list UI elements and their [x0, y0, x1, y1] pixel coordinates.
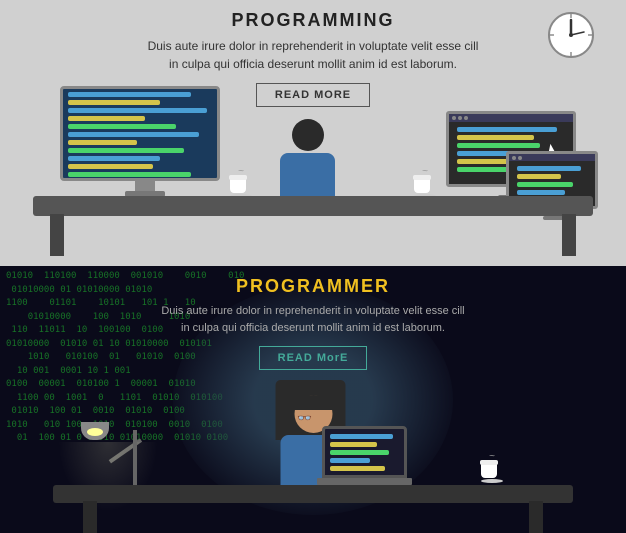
- top-subtitle: Duis aute irure dolor in reprehenderit i…: [148, 37, 479, 73]
- laptop: [322, 426, 412, 485]
- desk-leg-left-top: [50, 214, 64, 256]
- desk-lamp: [133, 430, 137, 485]
- top-read-more-button[interactable]: READ MORE: [256, 83, 370, 107]
- person-hair-bottom: [294, 395, 332, 410]
- top-title: PROGRAMMING: [148, 10, 479, 31]
- bottom-content: PROGRAMMER Duis aute irure dolor in repr…: [0, 276, 626, 378]
- top-banner: PROGRAMMING Duis aute irure dolor in rep…: [0, 0, 626, 266]
- coffee-cup-left: ~: [230, 166, 252, 198]
- desk-scene-bottom: 👓 ~: [33, 363, 593, 533]
- bottom-title: PROGRAMMER: [236, 276, 390, 297]
- laptop-base: [317, 478, 412, 485]
- desk-scene-top: ~ ~: [0, 106, 626, 266]
- bottom-banner: 01010 110100 110000 001010 0010 010 0101…: [0, 266, 626, 533]
- desk-leg-bottom-left: [83, 501, 97, 533]
- glasses-icon: 👓: [297, 411, 312, 425]
- desk-surface-top: [33, 196, 593, 216]
- clock: [546, 10, 596, 60]
- person-head-top: [292, 119, 324, 151]
- laptop-screen: [322, 426, 407, 478]
- bottom-subtitle: Duis aute irure dolor in reprehenderit i…: [161, 303, 464, 336]
- monitors-right-group: [446, 111, 586, 201]
- person-body-top: [280, 153, 335, 198]
- coffee-cup-right: ~: [414, 166, 436, 198]
- desk-leg-right-top: [562, 214, 576, 256]
- monitor-left: [60, 86, 230, 196]
- desk-leg-bottom-right: [529, 501, 543, 533]
- coffee-cup-bottom: ~: [481, 451, 503, 483]
- desk-surface-bottom: [53, 485, 573, 503]
- monitor-left-screen: [60, 86, 220, 181]
- programmer-top: [280, 119, 335, 198]
- bottom-read-more-button[interactable]: READ MorE: [259, 346, 368, 370]
